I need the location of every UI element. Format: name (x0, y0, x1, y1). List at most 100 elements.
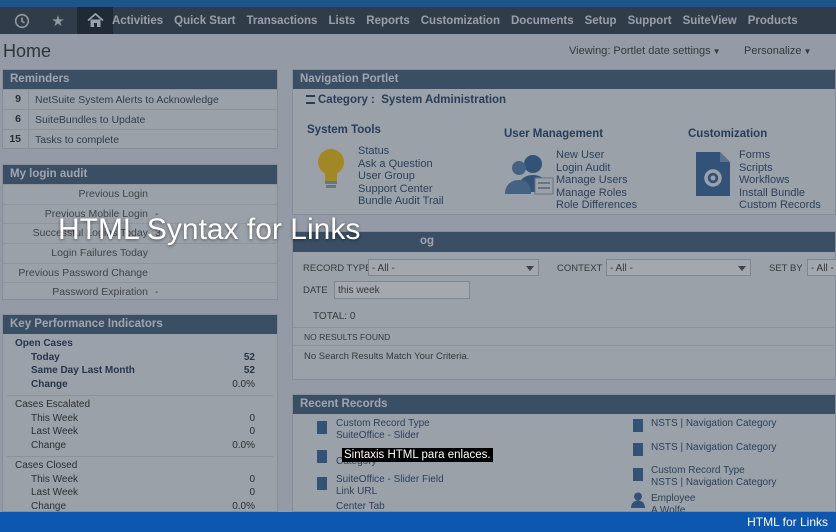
reminder-row[interactable]: 9 NetSuite System Alerts to Acknowledge (3, 89, 277, 109)
kpi-label[interactable]: Same Day Last Month (31, 365, 135, 376)
link-ask-question[interactable]: Ask a Question (358, 158, 444, 171)
viewing-label: Viewing: Portlet date settings (569, 45, 711, 57)
chevron-down-icon: ▼ (803, 47, 812, 56)
reminder-row[interactable]: 15 Tasks to complete (3, 129, 277, 149)
nav-item-support[interactable]: Support (628, 15, 672, 27)
audit-row: Previous Login (3, 184, 277, 204)
recent-record-item[interactable]: Custom Record Type NSTS | Navigation Cate… (651, 465, 776, 488)
set-by-select[interactable]: - All - (807, 259, 836, 276)
chevron-down-icon: ▼ (712, 47, 721, 56)
category-selector[interactable]: Category : System Administration (306, 94, 506, 106)
viewing-dropdown[interactable]: Viewing: Portlet date settings ▼ (569, 45, 721, 57)
link-manage-users[interactable]: Manage Users (556, 174, 637, 187)
search-log-portlet: og RECORD TYPE - All - CONTEXT - All - S… (292, 231, 836, 380)
nav-item-reports[interactable]: Reports (366, 15, 409, 27)
personalize-dropdown[interactable]: Personalize ▼ (744, 45, 811, 57)
category-label: Category : (318, 94, 375, 106)
reminder-label[interactable]: SuiteBundles to Update (29, 114, 145, 126)
recent-record-item[interactable]: Custom Record Type SuiteOffice - Slider (336, 418, 430, 441)
kpi-label[interactable]: Today (31, 352, 60, 363)
nav-item-documents[interactable]: Documents (511, 15, 574, 27)
recent-record-item[interactable]: NSTS | Navigation Category (651, 418, 776, 430)
lightbulb-icon (318, 149, 344, 188)
date-input[interactable]: this week (334, 281, 470, 299)
kpi-label: Last Week (31, 426, 79, 437)
divider (7, 395, 273, 396)
kpi-title: Key Performance Indicators (3, 315, 277, 334)
nav-item-quick-start[interactable]: Quick Start (174, 15, 235, 27)
link-user-group[interactable]: User Group (358, 170, 444, 183)
record-type-label: RECORD TYPE (303, 263, 372, 274)
kpi-label: This Week (31, 473, 79, 485)
record-name[interactable]: SuiteOffice - Slider (336, 430, 430, 442)
kpi-section-heading: Cases Closed (15, 460, 78, 471)
link-support-center[interactable]: Support Center (358, 183, 444, 196)
audit-label: Previous Login (78, 188, 148, 200)
link-login-audit[interactable]: Login Audit (556, 162, 637, 175)
link-manage-roles[interactable]: Manage Roles (556, 187, 637, 200)
chevron-down-icon (738, 266, 746, 271)
link-forms[interactable]: Forms (739, 149, 821, 162)
divider (293, 345, 836, 346)
context-label: CONTEXT (557, 263, 603, 274)
record-name[interactable]: NSTS | Navigation Category (651, 477, 776, 489)
category-value[interactable]: System Administration (381, 94, 506, 106)
kpi-value[interactable]: 52 (244, 365, 255, 376)
divider (7, 456, 273, 457)
audit-row: Previous Password Change (3, 262, 277, 283)
link-new-user[interactable]: New User (556, 149, 637, 162)
reminder-count: 15 (3, 130, 29, 149)
kpi-value[interactable]: 52 (244, 352, 255, 363)
link-workflows[interactable]: Workflows (739, 174, 821, 187)
search-log-title: og (293, 232, 835, 252)
record-type-select[interactable]: - All - (368, 259, 539, 276)
main-nav-bar: ★ Activities Quick Start Transactions Li… (0, 7, 836, 34)
recent-records-title: Recent Records (293, 395, 835, 414)
nav-item-activities[interactable]: Activities (112, 15, 163, 27)
document-icon (633, 443, 643, 456)
record-name[interactable]: NSTS | Navigation Category (651, 442, 776, 454)
recent-record-item[interactable]: NSTS | Navigation Category (651, 442, 776, 454)
record-name[interactable]: Center Tab (336, 501, 385, 513)
home-icon[interactable] (77, 7, 113, 34)
kpi-label: This Week (31, 412, 79, 424)
recent-record-item[interactable]: SuiteOffice - Slider Field Link URL (336, 474, 444, 497)
audit-value: - (155, 286, 159, 299)
no-match-message: No Search Results Match Your Criteria. (304, 351, 470, 362)
date-value: this week (338, 285, 380, 296)
link-custom-records[interactable]: Custom Records (739, 199, 821, 212)
reminder-label[interactable]: NetSuite System Alerts to Acknowledge (29, 94, 219, 106)
search-log-title-text: og (420, 235, 435, 247)
history-icon[interactable] (4, 7, 40, 34)
kpi-label: Change (31, 500, 67, 512)
kpi-value: 0 (249, 473, 255, 485)
record-name[interactable]: NSTS | Navigation Category (651, 418, 776, 430)
nav-item-transactions[interactable]: Transactions (247, 15, 318, 27)
nav-item-lists[interactable]: Lists (328, 15, 355, 27)
nav-item-customization[interactable]: Customization (421, 15, 500, 27)
navigation-portlet: Navigation Portlet Category : System Adm… (292, 69, 836, 215)
kpi-value: 0.0% (232, 500, 255, 512)
record-type: Employee (651, 493, 696, 504)
reminder-label[interactable]: Tasks to complete (29, 134, 119, 146)
star-icon[interactable]: ★ (40, 7, 76, 34)
nav-item-setup[interactable]: Setup (585, 15, 617, 27)
audit-label: Previous Password Change (18, 266, 148, 279)
link-role-differences[interactable]: Role Differences (556, 199, 637, 212)
context-value: - All - (610, 263, 633, 274)
divider (293, 327, 836, 328)
reminder-row[interactable]: 6 SuiteBundles to Update (3, 109, 277, 129)
context-select[interactable]: - All - (606, 259, 751, 276)
link-install-bundle[interactable]: Install Bundle (739, 187, 821, 200)
nav-item-suiteview[interactable]: SuiteView (683, 15, 737, 27)
nav-item-products[interactable]: Products (748, 15, 798, 27)
link-bundle-audit-trail[interactable]: Bundle Audit Trail (358, 195, 444, 208)
record-name[interactable]: Link URL (336, 486, 444, 498)
reminders-portlet: Reminders 9 NetSuite System Alerts to Ack… (2, 69, 278, 149)
list-icon (306, 95, 315, 104)
link-status[interactable]: Status (358, 145, 444, 158)
recent-record-item[interactable]: Center Tab (336, 501, 385, 513)
users-icon (505, 155, 554, 195)
link-scripts[interactable]: Scripts (739, 162, 821, 175)
nav-menu: Activities Quick Start Transactions List… (112, 7, 809, 34)
